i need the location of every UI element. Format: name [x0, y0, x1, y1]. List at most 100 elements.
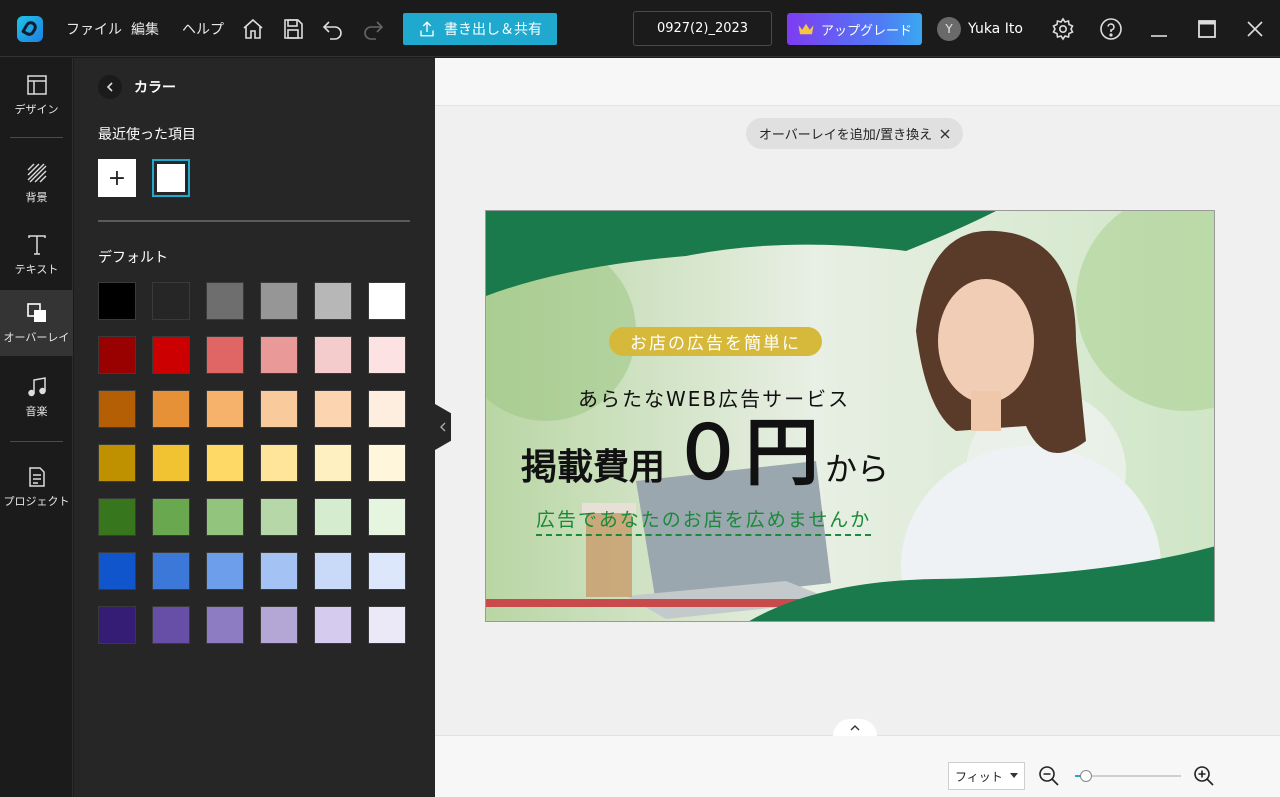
color-swatch[interactable] [368, 606, 406, 644]
default-colors-label: デフォルト [98, 250, 168, 266]
banner-canvas[interactable]: お店の広告を簡単に あらたなWEB広告サービス 掲載費用 ０円 から 広告であな… [485, 210, 1215, 622]
zoom-out-icon[interactable] [1037, 764, 1061, 788]
color-swatch[interactable] [98, 552, 136, 590]
upgrade-button[interactable]: アップグレード [787, 13, 922, 45]
color-swatch[interactable] [368, 552, 406, 590]
color-swatch[interactable] [206, 282, 244, 320]
color-swatch[interactable] [314, 282, 352, 320]
zoom-in-icon[interactable] [1192, 764, 1216, 788]
color-swatch[interactable] [152, 606, 190, 644]
color-swatch[interactable] [314, 606, 352, 644]
workspace-top-strip [435, 58, 1280, 106]
menu-edit[interactable]: 編集 [131, 19, 159, 39]
color-swatch[interactable] [206, 336, 244, 374]
color-swatch[interactable] [206, 552, 244, 590]
redo-icon[interactable] [361, 17, 385, 41]
username[interactable]: Yuka Ito [968, 21, 1023, 37]
zoom-slider-thumb[interactable] [1079, 770, 1092, 782]
rail-item-music[interactable]: 音楽 [0, 364, 73, 430]
rail-item-design[interactable]: デザイン [0, 62, 73, 128]
rail-label-overlay: オーバーレイ [3, 331, 70, 344]
timeline-expand-handle[interactable] [833, 719, 877, 736]
color-swatch[interactable] [314, 336, 352, 374]
panel-title: カラー [134, 80, 176, 96]
rail-item-project[interactable]: プロジェクト [0, 454, 73, 520]
maximize-icon[interactable] [1195, 17, 1219, 41]
rail-label-design: デザイン [14, 103, 59, 116]
color-swatch[interactable] [314, 498, 352, 536]
color-swatch[interactable] [98, 390, 136, 428]
color-swatch[interactable] [98, 606, 136, 644]
color-swatch[interactable] [368, 498, 406, 536]
color-swatch[interactable] [314, 552, 352, 590]
avatar[interactable]: Y [937, 17, 961, 41]
color-swatch[interactable] [206, 498, 244, 536]
color-swatch[interactable] [368, 390, 406, 428]
color-swatch[interactable] [152, 336, 190, 374]
color-swatch[interactable] [206, 390, 244, 428]
panel-divider [98, 220, 410, 222]
crown-icon [798, 23, 814, 35]
upload-icon [420, 21, 434, 37]
color-swatch[interactable] [152, 282, 190, 320]
export-share-button[interactable]: 書き出し＆共有 [403, 13, 557, 45]
caret-down-icon [1010, 773, 1018, 778]
color-swatch[interactable] [260, 498, 298, 536]
settings-gear-icon[interactable] [1051, 17, 1075, 41]
rail-item-background[interactable]: 背景 [0, 150, 73, 216]
menu-help[interactable]: ヘルプ [182, 19, 224, 39]
project-name-field[interactable]: 0927(2)_2023 [633, 11, 772, 46]
color-swatch[interactable] [314, 390, 352, 428]
overlay-squares-icon [26, 303, 46, 322]
rail-item-overlay[interactable]: オーバーレイ [0, 290, 73, 356]
color-swatch[interactable] [98, 336, 136, 374]
color-swatch[interactable] [152, 552, 190, 590]
undo-icon[interactable] [321, 17, 345, 41]
color-swatch[interactable] [152, 390, 190, 428]
color-swatch[interactable] [206, 606, 244, 644]
color-swatch[interactable] [260, 282, 298, 320]
banner-headline: 掲載費用 ０円 から [521, 416, 889, 490]
close-icon[interactable] [940, 129, 950, 139]
color-swatch[interactable] [260, 336, 298, 374]
color-swatch[interactable] [314, 444, 352, 482]
color-panel: カラー 最近使った項目 + デフォルト [74, 58, 435, 797]
color-swatch[interactable] [98, 282, 136, 320]
left-rail: デザイン 背景 テキスト オーバーレイ 音楽 プロジェクト [0, 58, 73, 797]
text-t-icon [27, 235, 46, 255]
color-swatch[interactable] [98, 498, 136, 536]
save-icon[interactable] [281, 17, 305, 41]
color-swatch[interactable] [260, 390, 298, 428]
rail-item-text[interactable]: テキスト [0, 222, 73, 288]
color-swatch[interactable] [98, 444, 136, 482]
banner-cta: 広告であなたのお店を広めませんか [536, 505, 872, 536]
home-icon[interactable] [241, 17, 265, 41]
color-swatch[interactable] [368, 336, 406, 374]
chevron-left-icon [440, 422, 446, 432]
back-button[interactable] [98, 75, 122, 99]
document-icon [28, 467, 45, 487]
color-swatch[interactable] [260, 444, 298, 482]
minimize-icon[interactable] [1147, 17, 1171, 41]
close-icon[interactable] [1243, 17, 1267, 41]
recent-color-swatch[interactable] [152, 159, 190, 197]
overlay-chip-label: オーバーレイを追加/置き換え [758, 128, 933, 143]
overlay-replace-chip[interactable]: オーバーレイを追加/置き換え [746, 118, 963, 149]
headline-suffix: から [825, 450, 890, 488]
color-swatch[interactable] [260, 606, 298, 644]
menu-file[interactable]: ファイル [66, 19, 122, 39]
zoom-slider[interactable] [1075, 770, 1181, 782]
color-swatch[interactable] [152, 444, 190, 482]
add-color-button[interactable]: + [98, 159, 136, 197]
color-swatch[interactable] [368, 444, 406, 482]
color-swatch[interactable] [368, 282, 406, 320]
chevron-left-icon [106, 82, 113, 92]
color-swatch[interactable] [206, 444, 244, 482]
color-swatch[interactable] [260, 552, 298, 590]
hatch-pattern-icon [27, 163, 46, 183]
zoom-mode-select[interactable]: フィット [948, 762, 1025, 790]
layout-icon [26, 75, 47, 95]
help-icon[interactable] [1099, 17, 1123, 41]
panel-collapse-handle[interactable] [435, 404, 451, 450]
color-swatch[interactable] [152, 498, 190, 536]
